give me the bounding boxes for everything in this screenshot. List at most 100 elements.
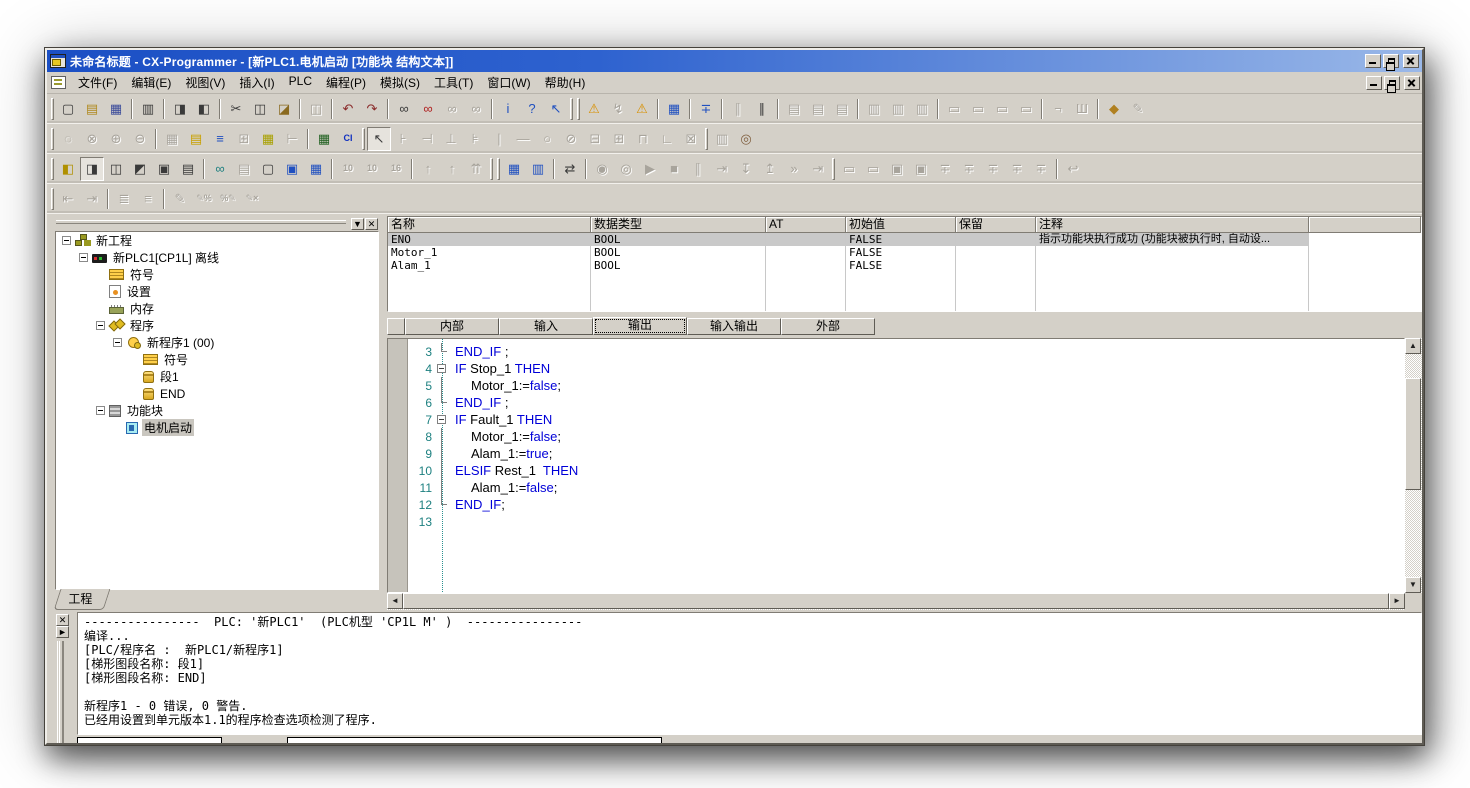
toolbar-grip[interactable] — [570, 98, 573, 120]
tb-rung-comment[interactable]: ▤ — [184, 127, 208, 151]
code-line-12[interactable]: 12END_IF; — [409, 496, 1404, 513]
tb-online-edit-check[interactable]: ∓ — [694, 97, 718, 121]
tree-item-新程序1 (00)[interactable]: 新程序1 (00) — [56, 334, 378, 351]
tb-open[interactable]: ▤ — [80, 97, 104, 121]
tree-expander[interactable] — [62, 236, 71, 245]
workspace-menu-button[interactable]: ▼ — [351, 218, 364, 230]
editor-horizontal-scrollbar[interactable]: ◄ ► — [387, 593, 1405, 610]
tb-replace[interactable]: ∞ — [416, 97, 440, 121]
tree-item-设置[interactable]: 设置 — [56, 283, 378, 300]
tb-view-io-comment[interactable]: ◩ — [128, 157, 152, 181]
tree-item-新PLC1[CP1L] 离线[interactable]: 新PLC1[CP1L] 离线 — [56, 249, 378, 266]
fold-margin[interactable] — [435, 360, 451, 377]
tb-watch-window[interactable]: ▦ — [304, 157, 328, 181]
column-header-注释[interactable]: 注释 — [1036, 217, 1309, 233]
workspace-grip[interactable] — [56, 220, 346, 228]
tree-expander[interactable] — [96, 406, 105, 415]
toolbar-grip[interactable] — [577, 98, 580, 120]
output-tab-strip-2[interactable] — [287, 737, 662, 743]
tb-symbol-list[interactable]: ≡ — [208, 127, 232, 151]
tb-undo[interactable]: ↶ — [336, 97, 360, 121]
scroll-down-button[interactable]: ▼ — [1405, 577, 1421, 593]
table-row[interactable]: ENOBOOLFALSE指示功能块执行成功 (功能块被执行时, 自动设... — [388, 233, 1421, 246]
tb-print-preview[interactable]: ◧ — [192, 97, 216, 121]
toolbar-grip[interactable] — [705, 128, 708, 150]
tb-rung-annotation[interactable]: ▢ — [256, 157, 280, 181]
tree-item-电机启动[interactable]: 电机启动 — [56, 419, 378, 436]
tree-item-功能块[interactable]: 功能块 — [56, 402, 378, 419]
tb-compile[interactable]: ⚠ — [582, 97, 606, 121]
editor-vertical-scrollbar[interactable]: ▲ ▼ — [1405, 338, 1422, 593]
workspace-close-button[interactable]: ✕ — [365, 218, 378, 230]
tb-transfer-check[interactable]: ▦ — [662, 97, 686, 121]
tree-item-段1[interactable]: 段1 — [56, 368, 378, 385]
tab-project[interactable]: 工程 — [54, 589, 111, 610]
code-line-6[interactable]: 6END_IF ; — [409, 394, 1404, 411]
tb-new[interactable]: ▢ — [56, 97, 80, 121]
tb-select-mode[interactable]: ↖ — [367, 127, 391, 151]
menu-PLC[interactable]: PLC — [282, 72, 319, 93]
hscroll-thumb[interactable] — [403, 593, 1389, 609]
scroll-up-button[interactable]: ▲ — [1405, 338, 1421, 354]
code-line-7[interactable]: 7IF Fault_1 THEN — [409, 411, 1404, 428]
tree-item-新工程[interactable]: 新工程 — [56, 232, 378, 249]
tb-view-rung-list[interactable]: ▣ — [152, 157, 176, 181]
toolbar-grip[interactable] — [51, 158, 54, 180]
column-header-初始值[interactable]: 初始值 — [846, 217, 956, 233]
tab-输出[interactable]: 输出 — [593, 317, 687, 335]
restore-button[interactable] — [1383, 54, 1399, 68]
menu-插入[interactable]: 插入(I) — [232, 72, 281, 93]
code-line-8[interactable]: 8Motor_1:=false; — [409, 428, 1404, 445]
table-row[interactable]: Motor_1BOOLFALSE — [388, 246, 1421, 259]
code-line-4[interactable]: 4IF Stop_1 THEN — [409, 360, 1404, 377]
tb-view-properties[interactable]: ▤ — [176, 157, 200, 181]
toolbar-grip[interactable] — [497, 158, 500, 180]
fold-collapse-icon[interactable] — [437, 364, 446, 373]
tb-ladder-monitor[interactable]: ▦ — [256, 127, 280, 151]
menu-编辑[interactable]: 编辑(E) — [124, 72, 178, 93]
toolbar-grip[interactable] — [832, 158, 835, 180]
toolbar-grip[interactable] — [51, 188, 54, 210]
tab-输入[interactable]: 输入 — [499, 318, 593, 335]
tb-cut[interactable]: ✂ — [224, 97, 248, 121]
tb-show-sma[interactable]: ▦ — [312, 127, 336, 151]
tb-program-check[interactable]: ⚠ — [630, 97, 654, 121]
tb-find[interactable]: ∞ — [392, 97, 416, 121]
code-line-13[interactable]: 13 — [409, 513, 1404, 530]
column-header-AT[interactable]: AT — [766, 217, 846, 233]
tb-context-help[interactable]: ↖ — [544, 97, 568, 121]
column-header-名称[interactable]: 名称 — [388, 217, 591, 233]
tab-内部[interactable]: 内部 — [405, 318, 499, 335]
tree-item-内存[interactable]: 内存 — [56, 300, 378, 317]
menu-视图[interactable]: 视图(V) — [178, 72, 232, 93]
menu-文件[interactable]: 文件(F) — [71, 72, 124, 93]
fold-collapse-icon[interactable] — [437, 415, 446, 424]
scroll-right-button[interactable]: ► — [1389, 593, 1405, 609]
tree-expander[interactable] — [96, 321, 105, 330]
tree-item-符号[interactable]: 符号 — [56, 266, 378, 283]
tb-help[interactable]: ? — [520, 97, 544, 121]
tb-view-mnemonic[interactable]: ◨ — [80, 157, 104, 181]
mdi-close-button[interactable] — [1404, 76, 1420, 90]
code-line-5[interactable]: 5Motor_1:=false; — [409, 377, 1404, 394]
tree-item-END[interactable]: END — [56, 385, 378, 402]
tb-copy[interactable]: ◫ — [248, 97, 272, 121]
table-row[interactable] — [388, 272, 1421, 285]
table-row[interactable] — [388, 298, 1421, 311]
output-close-button[interactable]: ✕ — [56, 614, 69, 626]
tb-transfer-sync[interactable]: ⇄ — [558, 157, 582, 181]
toolbar-grip[interactable] — [51, 128, 54, 150]
code-line-9[interactable]: 9Alam_1:=true; — [409, 445, 1404, 462]
tb-address-reference[interactable]: ∞ — [208, 157, 232, 181]
vertical-splitter[interactable] — [379, 216, 387, 610]
column-header-数据类型[interactable]: 数据类型 — [591, 217, 766, 233]
tree-expander[interactable] — [113, 338, 122, 347]
tree-item-程序[interactable]: 程序 — [56, 317, 378, 334]
code-line-3[interactable]: 3END_IF ; — [409, 343, 1404, 360]
table-row[interactable]: Alam_1BOOLFALSE — [388, 259, 1421, 272]
toolbar-grip[interactable] — [490, 158, 493, 180]
menu-窗口[interactable]: 窗口(W) — [480, 72, 537, 93]
output-expand-button[interactable]: ► — [56, 626, 69, 638]
compile-output[interactable]: ---------------- PLC: '新PLC1' (PLC机型 'CP… — [77, 612, 1422, 735]
tb-view-symbols[interactable]: ◫ — [104, 157, 128, 181]
